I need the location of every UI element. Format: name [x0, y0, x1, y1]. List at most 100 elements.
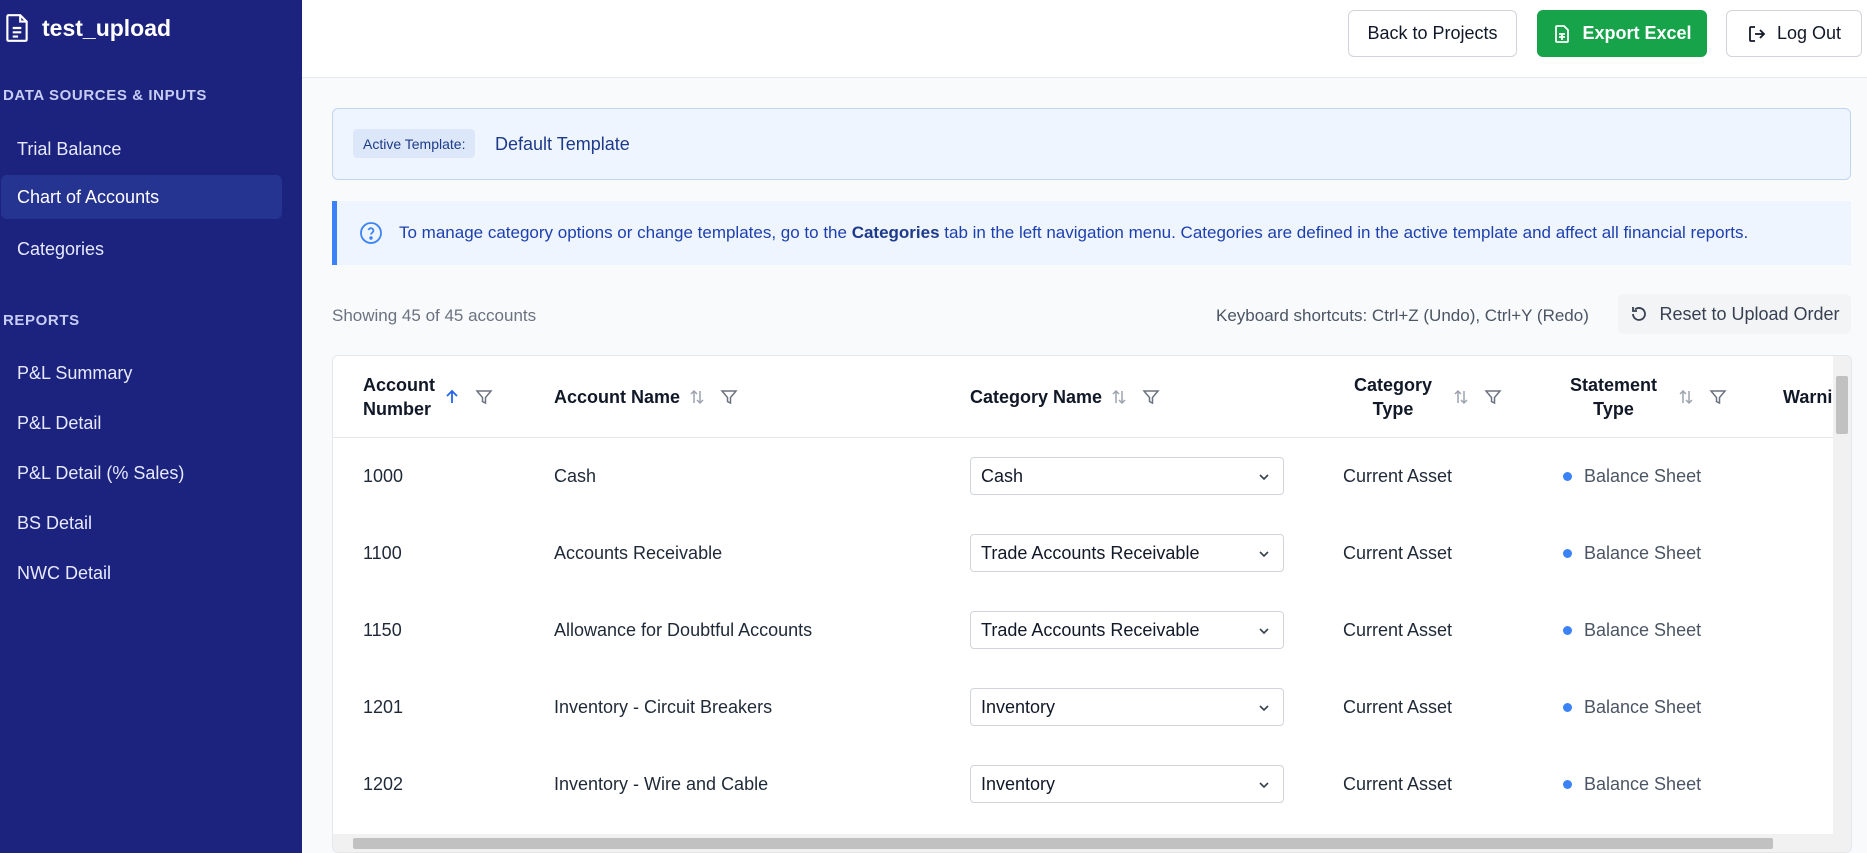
top-bar: Back to Projects Export Excel Log Out: [302, 0, 1867, 78]
sidebar-item-categories[interactable]: Categories: [1, 227, 282, 271]
reset-to-upload-order-button[interactable]: Reset to Upload Order: [1618, 294, 1851, 334]
category-select[interactable]: Trade Accounts Receivable: [970, 611, 1284, 649]
account-number-cell: 1150: [363, 620, 402, 640]
table-row: 1202 Inventory - Wire and Cable Inventor…: [333, 746, 1833, 823]
statement-type-label: Balance Sheet: [1584, 543, 1702, 563]
category-type-cell: Current Asset: [1343, 774, 1453, 794]
statement-type-cell: Balance Sheet: [1563, 669, 1701, 746]
sidebar-item-nwc-detail[interactable]: NWC Detail: [1, 551, 282, 595]
category-select[interactable]: Cash: [970, 457, 1284, 495]
filter-icon[interactable]: [475, 388, 493, 406]
section-label-reports: REPORTS: [3, 312, 80, 329]
statement-type-label: Balance Sheet: [1584, 697, 1702, 717]
column-statement-type-label: Statement Type: [1570, 375, 1658, 419]
account-number-cell: 1100: [363, 543, 402, 563]
table-row: 1201 Inventory - Circuit Breakers Invent…: [333, 669, 1833, 746]
section-label-data-sources: DATA SOURCES & INPUTS: [3, 87, 207, 104]
table-header: Account Number Account Name Category Name…: [333, 356, 1833, 438]
active-template-name: Default Template: [495, 134, 630, 154]
filter-icon[interactable]: [720, 388, 738, 406]
sidebar-item-trial-balance[interactable]: Trial Balance: [1, 127, 282, 171]
category-select-value: Inventory: [981, 773, 1056, 794]
keyboard-shortcuts-hint: Keyboard shortcuts: Ctrl+Z (Undo), Ctrl+…: [1216, 306, 1589, 325]
sort-icon[interactable]: [688, 388, 706, 406]
sidebar-item-chart-of-accounts[interactable]: Chart of Accounts: [1, 175, 282, 219]
account-name-cell: Inventory - Wire and Cable: [554, 774, 769, 794]
category-select[interactable]: Inventory: [970, 765, 1284, 803]
log-out-label: Log Out: [1776, 23, 1842, 43]
column-account-number[interactable]: Account Number: [363, 356, 493, 438]
account-number-cell: 1000: [363, 466, 404, 486]
active-template-panel: Active Template: Default Template: [332, 108, 1851, 180]
vertical-scrollbar[interactable]: [1833, 356, 1851, 836]
filter-icon[interactable]: [1142, 388, 1160, 406]
account-name-cell: Cash: [554, 466, 597, 486]
category-select-value: Trade Accounts Receivable: [981, 542, 1200, 563]
statement-type-cell: Balance Sheet: [1563, 592, 1701, 669]
category-type-cell: Current Asset: [1343, 466, 1453, 486]
reset-icon: [1632, 307, 1647, 321]
info-text-before: To manage category options or change tem…: [399, 223, 852, 242]
reset-label: Reset to Upload Order: [1659, 303, 1840, 324]
statement-type-label: Balance Sheet: [1584, 620, 1702, 640]
statement-dot-icon: [1563, 780, 1572, 789]
statement-dot-icon: [1563, 549, 1572, 558]
export-excel-button[interactable]: Export Excel: [1537, 10, 1707, 57]
category-type-cell: Current Asset: [1343, 543, 1453, 563]
column-account-name[interactable]: Account Name: [554, 356, 738, 438]
account-name-cell: Allowance for Doubtful Accounts: [554, 620, 813, 640]
category-type-cell: Current Asset: [1343, 620, 1453, 640]
column-account-name-label: Account Name: [554, 387, 681, 407]
info-categories-link: Categories: [851, 223, 940, 242]
accounts-table: Account Number Account Name Category Name…: [332, 355, 1852, 853]
column-account-number-label: Account Number: [363, 375, 435, 419]
chevron-down-icon: [1259, 782, 1269, 789]
active-template-badge: Active Template:: [353, 129, 476, 158]
horizontal-scrollbar-thumb[interactable]: [353, 838, 1773, 849]
info-banner: To manage category options or change tem…: [332, 201, 1851, 265]
column-category-name-label: Category Name: [970, 387, 1103, 407]
spreadsheet-icon: [1555, 24, 1570, 43]
statement-type-cell: Balance Sheet: [1563, 438, 1701, 515]
column-statement-type[interactable]: Statement Type: [1570, 356, 1727, 438]
account-name-cell: Accounts Receivable: [554, 543, 723, 563]
log-out-button[interactable]: Log Out: [1726, 10, 1862, 57]
logout-icon: [1749, 25, 1766, 42]
sort-icon[interactable]: [1452, 388, 1470, 406]
category-select-value: Trade Accounts Receivable: [981, 619, 1200, 640]
chevron-down-icon: [1259, 628, 1269, 635]
back-to-projects-button[interactable]: Back to Projects: [1348, 10, 1517, 57]
chevron-down-icon: [1259, 705, 1269, 712]
category-select[interactable]: Trade Accounts Receivable: [970, 534, 1284, 572]
statement-type-label: Balance Sheet: [1584, 466, 1702, 486]
info-text-after: tab in the left navigation menu. Categor…: [939, 223, 1749, 242]
sidebar-item-pl-summary[interactable]: P&L Summary: [1, 351, 282, 395]
sidebar-item-bs-detail[interactable]: BS Detail: [1, 501, 282, 545]
category-select-value: Inventory: [981, 696, 1056, 717]
sidebar-item-pl-detail-sales[interactable]: P&L Detail (% Sales): [1, 451, 282, 495]
column-category-type[interactable]: Category Type: [1354, 356, 1502, 438]
sort-ascending-icon[interactable]: [443, 388, 461, 406]
table-row: 1150 Allowance for Doubtful Accounts Tra…: [333, 592, 1833, 669]
chevron-down-icon: [1259, 551, 1269, 558]
statement-dot-icon: [1563, 626, 1572, 635]
category-select[interactable]: Inventory: [970, 688, 1284, 726]
column-warnings[interactable]: Warni: [1783, 356, 1832, 438]
document-icon: [6, 14, 28, 42]
sort-icon[interactable]: [1110, 388, 1128, 406]
info-text: To manage category options or change tem…: [399, 223, 1748, 243]
sidebar: test_upload DATA SOURCES & INPUTS Trial …: [0, 0, 302, 853]
table-row: 1100 Accounts Receivable Trade Accounts …: [333, 515, 1833, 592]
back-to-projects-label: Back to Projects: [1367, 23, 1498, 43]
vertical-scrollbar-thumb[interactable]: [1836, 376, 1848, 434]
column-category-name[interactable]: Category Name: [970, 356, 1160, 438]
sidebar-item-pl-detail[interactable]: P&L Detail: [1, 401, 282, 445]
filter-icon[interactable]: [1484, 388, 1502, 406]
filter-icon[interactable]: [1709, 388, 1727, 406]
showing-count: Showing 45 of 45 accounts: [332, 306, 537, 325]
column-warnings-label: Warni: [1783, 387, 1833, 407]
statement-type-label: Balance Sheet: [1584, 774, 1702, 794]
sort-icon[interactable]: [1677, 388, 1695, 406]
horizontal-scrollbar[interactable]: [333, 834, 1851, 852]
account-name-cell: Inventory - Circuit Breakers: [554, 697, 773, 717]
